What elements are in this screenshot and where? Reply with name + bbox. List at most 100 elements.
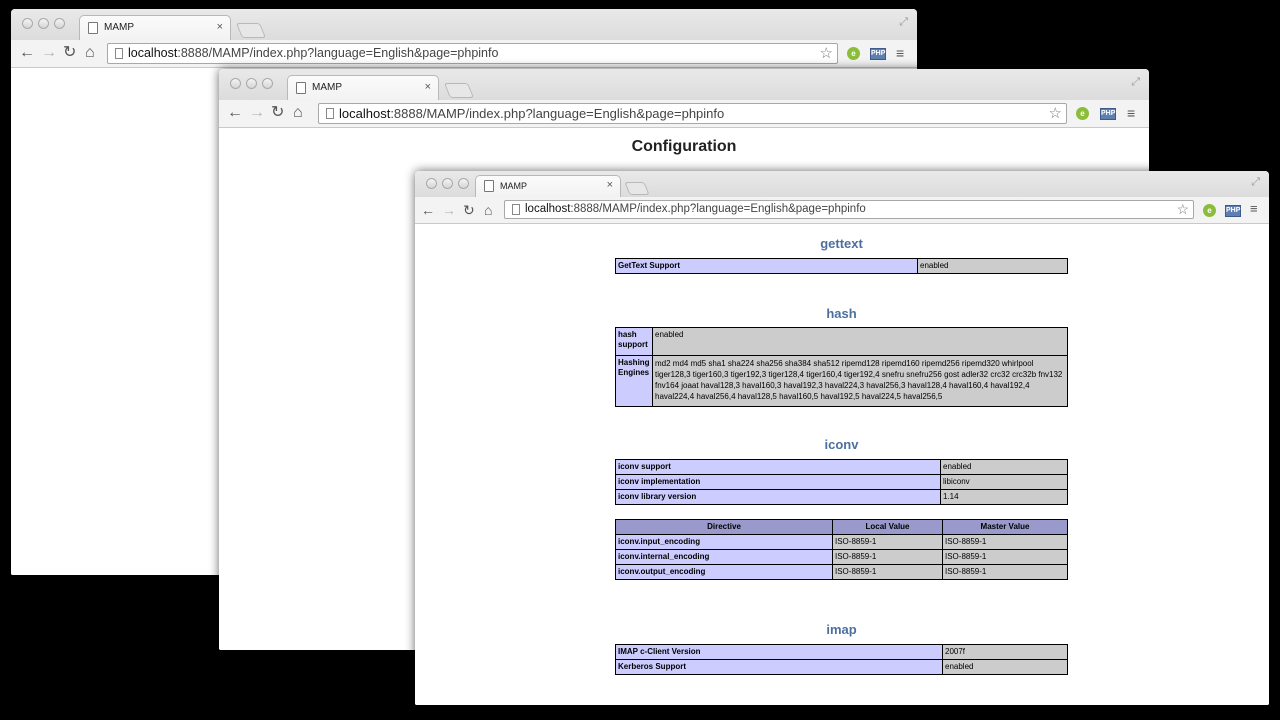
section-iconv: iconv iconv support enabled iconv implem… bbox=[615, 437, 1068, 580]
section-gettext: gettext GetText Support enabled bbox=[615, 236, 1068, 274]
zoom-window-button[interactable] bbox=[54, 18, 65, 29]
bookmark-star-icon[interactable]: ☆ bbox=[1049, 104, 1062, 122]
document-icon bbox=[88, 22, 98, 34]
back-button[interactable]: ← bbox=[19, 44, 35, 62]
php-extension-icon[interactable]: PHP bbox=[870, 48, 886, 60]
menu-icon[interactable]: ≡ bbox=[896, 45, 904, 61]
iconv-table: iconv support enabled iconv implementati… bbox=[615, 459, 1068, 505]
browser-window-front: MAMP × ⤢ ← → ↻ ⌂ localhost:8888/MAMP/ind… bbox=[415, 171, 1269, 705]
reload-button[interactable]: ↻ bbox=[463, 201, 475, 219]
evernote-extension-icon[interactable]: e bbox=[847, 47, 860, 60]
php-extension-icon[interactable]: PHP bbox=[1100, 108, 1116, 120]
row-key: IMAP c-Client Version bbox=[615, 644, 943, 660]
bookmark-star-icon[interactable]: ☆ bbox=[1176, 201, 1189, 218]
back-button[interactable]: ← bbox=[421, 201, 435, 219]
section-hash: hash hash support enabled Hashing Engine… bbox=[615, 306, 1068, 407]
tab-title: MAMP bbox=[500, 181, 527, 191]
php-extension-icon[interactable]: PHP bbox=[1225, 205, 1241, 217]
address-bar[interactable]: localhost:8888/MAMP/index.php?language=E… bbox=[318, 103, 1067, 124]
document-icon bbox=[296, 82, 306, 94]
row-key: iconv implementation bbox=[615, 474, 941, 490]
new-tab-button[interactable] bbox=[235, 23, 267, 38]
forward-button[interactable]: → bbox=[249, 104, 265, 122]
url-text: localhost:8888/MAMP/index.php?language=E… bbox=[128, 46, 499, 60]
reload-button[interactable]: ↻ bbox=[271, 104, 284, 122]
page-icon bbox=[326, 108, 334, 119]
close-window-button[interactable] bbox=[426, 178, 437, 189]
evernote-extension-icon[interactable]: e bbox=[1203, 204, 1216, 217]
menu-icon[interactable]: ≡ bbox=[1127, 105, 1135, 121]
address-bar[interactable]: localhost:8888/MAMP/index.php?language=E… bbox=[107, 43, 838, 64]
close-tab-icon[interactable]: × bbox=[217, 21, 223, 33]
row-key: iconv library version bbox=[615, 489, 941, 505]
row-key: iconv support bbox=[615, 459, 941, 475]
minimize-window-button[interactable] bbox=[38, 18, 49, 29]
close-window-button[interactable] bbox=[22, 18, 33, 29]
row-value: enabled bbox=[942, 659, 1068, 675]
page-icon bbox=[512, 204, 520, 215]
column-header-directive: Directive bbox=[615, 519, 833, 535]
reload-button[interactable]: ↻ bbox=[63, 44, 76, 62]
directive-local-value: ISO-8859-1 bbox=[832, 549, 943, 565]
fullscreen-icon[interactable]: ⤢ bbox=[899, 16, 908, 29]
home-button[interactable]: ⌂ bbox=[484, 201, 492, 219]
forward-button[interactable]: → bbox=[41, 44, 57, 62]
table-row: iconv implementation libiconv bbox=[615, 474, 1068, 490]
zoom-window-button[interactable] bbox=[458, 178, 469, 189]
table-row: iconv support enabled bbox=[615, 459, 1068, 475]
directive-name: iconv.output_encoding bbox=[615, 564, 833, 580]
tab-mamp[interactable]: MAMP × bbox=[79, 15, 231, 41]
table-header-row: Directive Local Value Master Value bbox=[615, 519, 1068, 535]
close-window-button[interactable] bbox=[230, 78, 241, 89]
phpinfo-content: gettext GetText Support enabled hash has… bbox=[415, 224, 1269, 705]
evernote-extension-icon[interactable]: e bbox=[1076, 107, 1089, 120]
window-controls bbox=[230, 78, 273, 89]
home-button[interactable]: ⌂ bbox=[85, 44, 95, 62]
directive-name: iconv.input_encoding bbox=[615, 534, 833, 550]
directive-name: iconv.internal_encoding bbox=[615, 549, 833, 565]
close-tab-icon[interactable]: × bbox=[425, 81, 431, 93]
row-key: hash support bbox=[615, 327, 653, 356]
page-icon bbox=[115, 48, 123, 59]
table-row: iconv.input_encoding ISO-8859-1 ISO-8859… bbox=[615, 534, 1068, 550]
row-value: enabled bbox=[652, 327, 1068, 356]
new-tab-button[interactable] bbox=[443, 83, 475, 98]
minimize-window-button[interactable] bbox=[246, 78, 257, 89]
row-value: 1.14 bbox=[940, 489, 1068, 505]
back-button[interactable]: ← bbox=[227, 104, 243, 122]
row-value: enabled bbox=[917, 258, 1068, 274]
minimize-window-button[interactable] bbox=[442, 178, 453, 189]
tab-mamp[interactable]: MAMP × bbox=[287, 75, 439, 101]
fullscreen-icon[interactable]: ⤢ bbox=[1251, 176, 1260, 189]
directive-local-value: ISO-8859-1 bbox=[832, 534, 943, 550]
row-value: md2 md4 md5 sha1 sha224 sha256 sha384 sh… bbox=[652, 355, 1068, 407]
tab-mamp[interactable]: MAMP × bbox=[475, 175, 621, 197]
new-tab-button[interactable] bbox=[624, 182, 650, 195]
directive-local-value: ISO-8859-1 bbox=[832, 564, 943, 580]
table-row: Hashing Engines md2 md4 md5 sha1 sha224 … bbox=[615, 355, 1068, 407]
tab-strip: MAMP × ⤢ bbox=[415, 171, 1269, 197]
window-controls bbox=[426, 178, 469, 189]
column-header-master-value: Master Value bbox=[942, 519, 1068, 535]
bookmark-star-icon[interactable]: ☆ bbox=[820, 44, 833, 62]
home-button[interactable]: ⌂ bbox=[293, 104, 303, 122]
zoom-window-button[interactable] bbox=[262, 78, 273, 89]
row-key: Hashing Engines bbox=[615, 355, 653, 407]
window-controls bbox=[22, 18, 65, 29]
hash-table: hash support enabled Hashing Engines md2… bbox=[615, 327, 1068, 407]
url-text: localhost:8888/MAMP/index.php?language=E… bbox=[339, 106, 725, 121]
menu-icon[interactable]: ≡ bbox=[1250, 201, 1258, 216]
table-row: iconv library version 1.14 bbox=[615, 489, 1068, 505]
fullscreen-icon[interactable]: ⤢ bbox=[1131, 76, 1140, 89]
table-row: iconv.internal_encoding ISO-8859-1 ISO-8… bbox=[615, 549, 1068, 565]
tab-title: MAMP bbox=[104, 22, 134, 33]
directive-master-value: ISO-8859-1 bbox=[942, 549, 1068, 565]
url-text: localhost:8888/MAMP/index.php?language=E… bbox=[525, 203, 866, 215]
forward-button[interactable]: → bbox=[442, 201, 456, 219]
close-tab-icon[interactable]: × bbox=[607, 179, 613, 191]
table-row: iconv.output_encoding ISO-8859-1 ISO-885… bbox=[615, 564, 1068, 580]
address-bar[interactable]: localhost:8888/MAMP/index.php?language=E… bbox=[504, 200, 1194, 219]
row-value: enabled bbox=[940, 459, 1068, 475]
table-row: Kerberos Support enabled bbox=[615, 659, 1068, 675]
section-heading-imap: imap bbox=[826, 622, 857, 637]
